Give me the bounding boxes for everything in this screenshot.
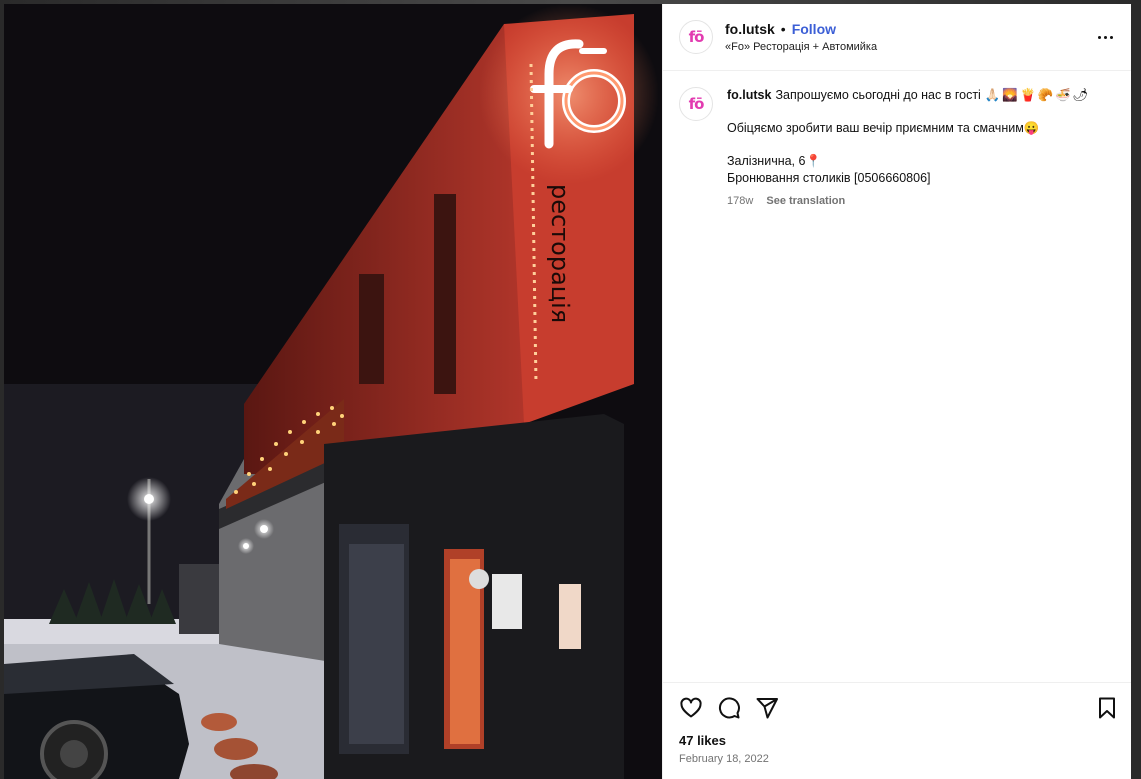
share-icon[interactable] bbox=[755, 696, 779, 720]
see-translation-link[interactable]: See translation bbox=[766, 195, 845, 207]
post-sidebar: fō fo.lutsk • Follow «Fo» Ресторація + А… bbox=[662, 4, 1131, 779]
caption-area: fō fo.lutsk Запрошуємо сьогодні до нас в … bbox=[663, 71, 1131, 682]
location-subtitle[interactable]: «Fo» Ресторація + Автомийка bbox=[725, 41, 1093, 53]
more-icon[interactable] bbox=[1093, 25, 1117, 49]
header-row: fo.lutsk • Follow bbox=[725, 21, 1093, 37]
heart-icon[interactable] bbox=[679, 696, 703, 720]
caption-text: fo.lutsk Запрошуємо сьогодні до нас в гос… bbox=[727, 87, 1091, 682]
post-photo[interactable]: ресторація bbox=[4, 4, 662, 779]
avatar-logo: fō bbox=[688, 28, 705, 46]
separator-dot: • bbox=[780, 21, 786, 37]
caption-invite: Запрошуємо сьогодні до нас в гості bbox=[775, 88, 981, 102]
post-age[interactable]: 178w bbox=[727, 195, 753, 207]
avatar[interactable]: fō bbox=[679, 20, 713, 54]
follow-button[interactable]: Follow bbox=[792, 21, 836, 37]
caption-address: Залізнична, 6📍 bbox=[727, 154, 822, 168]
sign-text: ресторація bbox=[546, 184, 574, 323]
action-bar bbox=[663, 682, 1131, 733]
post-header: fō fo.lutsk • Follow «Fo» Ресторація + А… bbox=[663, 4, 1131, 71]
caption-avatar[interactable]: fō bbox=[679, 87, 713, 121]
caption-username[interactable]: fo.lutsk bbox=[727, 88, 771, 102]
comment-icon[interactable] bbox=[717, 696, 741, 720]
username-link[interactable]: fo.lutsk bbox=[725, 21, 775, 37]
bookmark-icon[interactable] bbox=[1095, 696, 1119, 720]
likes-count[interactable]: 47 likes bbox=[663, 733, 1131, 748]
post-modal: ресторація fō fo.lutsk • Follow «Fo» Рес… bbox=[4, 4, 1131, 779]
caption-meta: 178w See translation bbox=[727, 193, 1091, 210]
caption-line-1: fo.lutsk Запрошуємо сьогодні до нас в гос… bbox=[727, 87, 1091, 104]
caption-line-2: Обіцяємо зробити ваш вечір приємним та с… bbox=[727, 121, 1040, 135]
caption-avatar-logo: fō bbox=[688, 95, 705, 113]
caption-booking: Бронювання столиків [0506660806] bbox=[727, 171, 931, 185]
header-text: fo.lutsk • Follow «Fo» Ресторація + Авто… bbox=[725, 21, 1093, 53]
caption-emojis: 🙏🏻🌄🍟🥐🍜🌶 bbox=[984, 88, 1091, 102]
post-date[interactable]: February 18, 2022 bbox=[663, 748, 1131, 779]
